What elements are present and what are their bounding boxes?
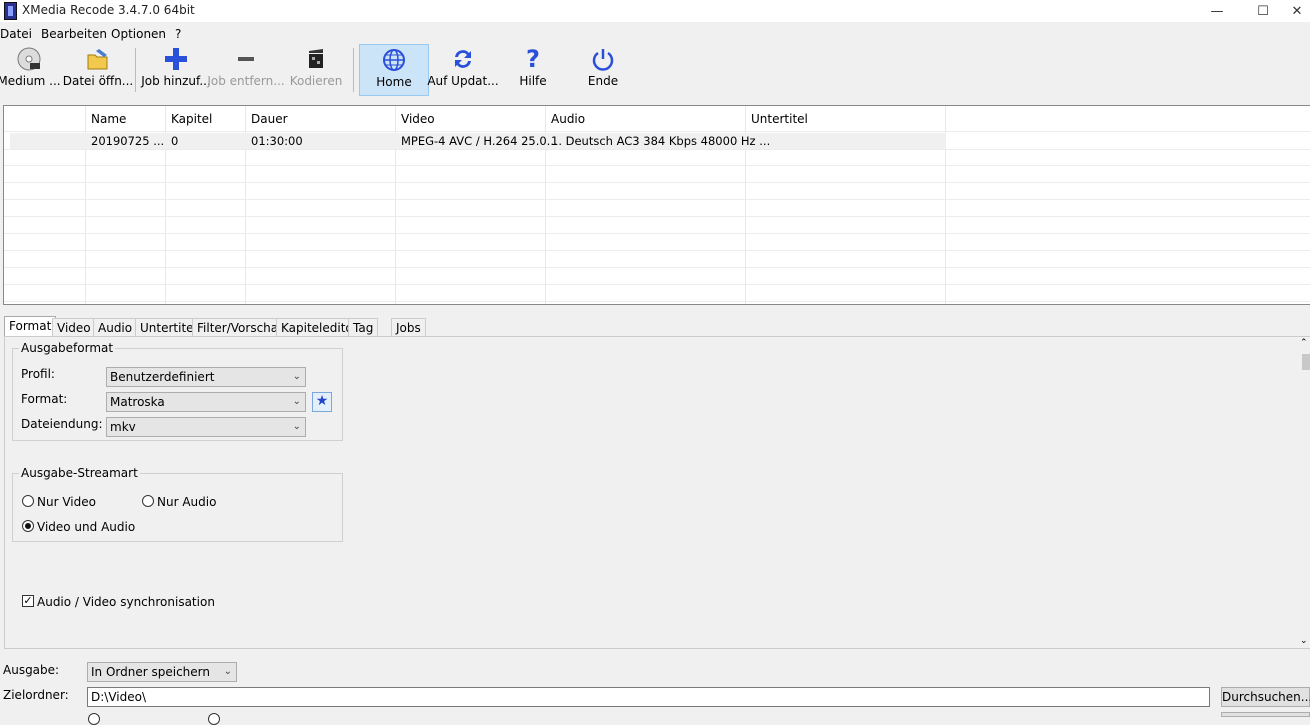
toolbar-separator (135, 48, 136, 92)
remove-job-button[interactable]: Job entfern... (207, 44, 285, 94)
format-label: Format: (21, 392, 68, 406)
av-sync-label: Audio / Video synchronisation (37, 595, 215, 609)
clapperboard-icon (303, 44, 329, 74)
app-icon (4, 2, 17, 20)
menu-bearbeiten[interactable]: Bearbeiten (41, 27, 107, 41)
cell-audio: 1. Deutsch AC3 384 Kbps 48000 Hz ... (551, 134, 771, 148)
refresh-icon (450, 44, 476, 74)
only-audio-radio[interactable] (142, 495, 154, 507)
job-table[interactable]: Name Kapitel Dauer Video Audio Untertite… (3, 105, 1310, 305)
menu-optionen[interactable]: Optionen (111, 27, 166, 41)
chevron-down-icon: ⌄ (292, 371, 301, 382)
tab-tag[interactable]: Tag (348, 318, 379, 337)
scroll-up-icon[interactable]: ⌃ (1300, 338, 1308, 348)
format-select[interactable]: Matroska ⌄ (106, 392, 306, 412)
open-file-button[interactable]: Datei öffn... (63, 44, 133, 94)
scroll-down-icon[interactable]: ⌄ (1300, 636, 1308, 646)
only-audio-label: Nur Audio (157, 495, 217, 509)
tab-video[interactable]: Video (52, 318, 96, 337)
question-icon: ? (526, 45, 540, 73)
tab-strip: Format Video Audio Untertitel Filter/Vor… (4, 316, 504, 337)
menu-datei[interactable]: Datei (0, 27, 32, 41)
column-header-dauer[interactable]: Dauer (251, 112, 288, 126)
video-and-audio-label: Video und Audio (37, 520, 136, 534)
maximize-icon[interactable]: ☐ (1240, 0, 1286, 22)
partial-radio[interactable] (88, 713, 100, 725)
output-select[interactable]: In Ordner speichern ⌄ (87, 662, 237, 682)
column-header-video[interactable]: Video (401, 112, 435, 126)
chevron-down-icon: ⌄ (292, 396, 301, 407)
vertical-scrollbar[interactable]: ⌃ ⌄ (1300, 338, 1310, 646)
title-bar: XMedia Recode 3.4.7.0 64bit — ☐ ✕ (0, 0, 1310, 22)
folder-open-icon (85, 44, 111, 74)
power-icon (590, 44, 616, 74)
target-folder-input[interactable]: D:\Video\ (87, 687, 1210, 707)
target-folder-label: Zielordner: (3, 688, 69, 702)
globe-icon (381, 45, 407, 75)
encode-button[interactable]: Kodieren (290, 44, 342, 94)
column-header-name[interactable]: Name (91, 112, 126, 126)
tab-audio[interactable]: Audio (93, 318, 138, 337)
window-title: XMedia Recode 3.4.7.0 64bit (22, 3, 195, 17)
tab-jobs[interactable]: Jobs (391, 318, 426, 337)
scrollbar-thumb[interactable] (1302, 354, 1310, 370)
extension-select[interactable]: mkv ⌄ (106, 417, 306, 437)
home-button[interactable]: Home (359, 44, 429, 96)
profile-select[interactable]: Benutzerdefiniert ⌄ (106, 367, 306, 387)
partial-radio[interactable] (208, 713, 220, 725)
add-job-button[interactable]: Job hinzuf... (141, 44, 211, 94)
favorite-star-icon[interactable]: ★ (312, 392, 332, 412)
minimize-icon[interactable]: — (1194, 0, 1240, 22)
open-medium-button[interactable]: Medium ... (0, 44, 61, 94)
column-header-untertitel[interactable]: Untertitel (751, 112, 808, 126)
only-video-radio[interactable] (22, 495, 34, 507)
plus-icon (163, 44, 189, 74)
only-video-label: Nur Video (37, 495, 96, 509)
close-icon[interactable]: ✕ (1284, 0, 1310, 22)
output-label: Ausgabe: (3, 663, 60, 677)
toolbar-separator (353, 48, 354, 92)
chevron-down-icon: ⌄ (223, 666, 232, 677)
extension-label: Dateiendung: (21, 417, 103, 431)
browse-button[interactable]: Durchsuchen... (1221, 687, 1310, 707)
tab-format[interactable]: Format (4, 316, 57, 337)
output-format-title: Ausgabeformat (19, 341, 116, 355)
secondary-button[interactable] (1221, 712, 1310, 717)
column-header-audio[interactable]: Audio (551, 112, 585, 126)
profile-label: Profil: (21, 367, 55, 381)
chevron-down-icon: ⌄ (292, 421, 301, 432)
video-and-audio-radio[interactable] (22, 520, 34, 532)
toolbar: Medium ... Datei öffn... Job hinzuf... J… (0, 44, 1310, 96)
cell-dauer: 01:30:00 (251, 134, 303, 148)
help-button[interactable]: ? Hilfe (510, 44, 556, 94)
disc-icon (16, 44, 42, 74)
cell-name: 20190725 ... (91, 134, 165, 148)
update-button[interactable]: Auf Updat... (427, 44, 499, 94)
av-sync-checkbox[interactable]: ✓ (22, 595, 34, 607)
menu-bar: Datei Bearbeiten Optionen ? (0, 25, 1310, 43)
cell-video: MPEG-4 AVC / H.264 25.0... (401, 134, 558, 148)
menu-help[interactable]: ? (175, 27, 181, 41)
minus-icon (233, 44, 259, 74)
stream-type-title: Ausgabe-Streamart (19, 466, 140, 480)
exit-button[interactable]: Ende (580, 44, 626, 94)
cell-kapitel: 0 (171, 134, 179, 148)
column-header-kapitel[interactable]: Kapitel (171, 112, 212, 126)
